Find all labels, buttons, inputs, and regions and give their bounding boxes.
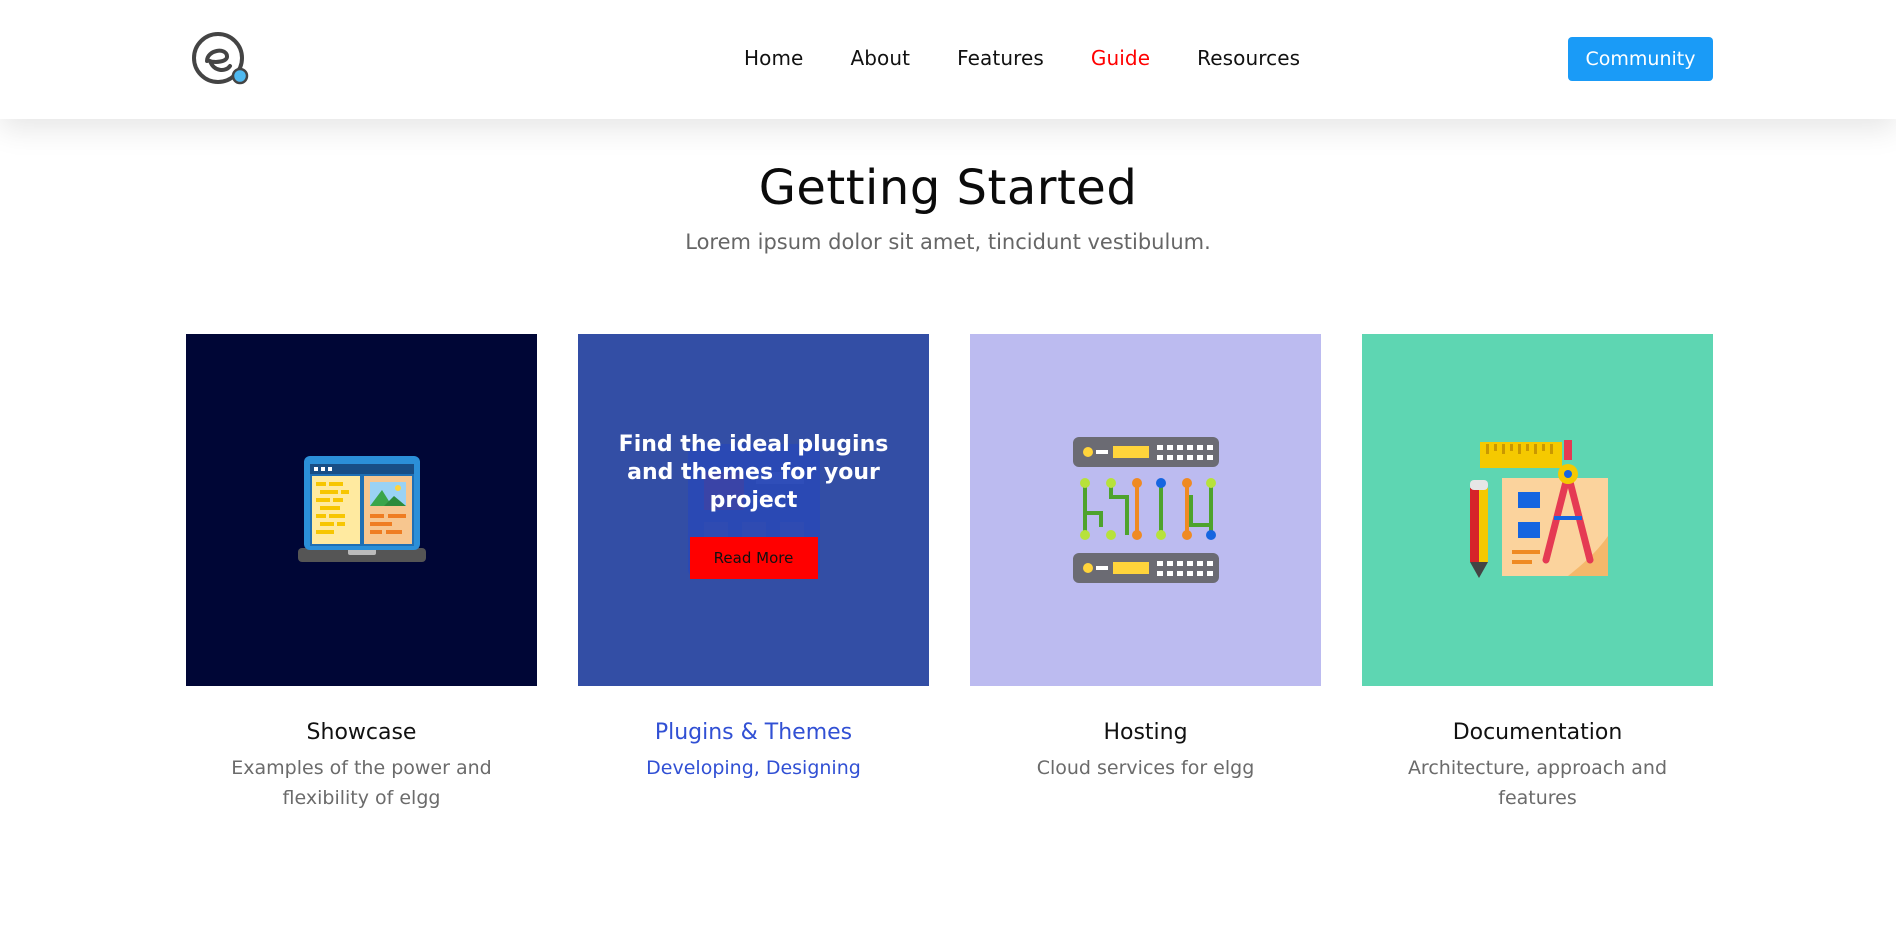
card-hover-overlay: Find the ideal plugins and themes for yo… xyxy=(578,334,929,686)
card-title[interactable]: Hosting xyxy=(970,720,1321,745)
laptop-icon xyxy=(297,456,426,562)
card-description: Cloud services for elgg xyxy=(1036,757,1255,779)
community-button[interactable]: Community xyxy=(1568,37,1713,81)
card-title[interactable]: Documentation xyxy=(1362,720,1713,745)
card-image[interactable] xyxy=(970,334,1321,686)
card-description: Developing, Designing xyxy=(646,757,861,779)
nav-about[interactable]: About xyxy=(850,46,910,70)
site-header: Home About Features Guide Resources Comm… xyxy=(0,0,1896,119)
nav-features[interactable]: Features xyxy=(957,46,1044,70)
card-title[interactable]: Showcase xyxy=(186,720,537,745)
elgg-logo-icon[interactable] xyxy=(190,30,250,88)
card-showcase[interactable]: Showcase Examples of the power and flexi… xyxy=(186,334,537,813)
read-more-button[interactable]: Read More xyxy=(689,537,818,579)
server-icon xyxy=(1072,437,1219,583)
card-description: Architecture, approach and features xyxy=(1407,757,1668,809)
card-documentation[interactable]: Documentation Architecture, approach and… xyxy=(1362,334,1713,813)
nav-home[interactable]: Home xyxy=(744,46,803,70)
card-description: Examples of the power and flexibility of… xyxy=(231,757,492,809)
overlay-text: Find the ideal plugins and themes for yo… xyxy=(618,432,889,513)
main-nav: Home About Features Guide Resources xyxy=(744,46,1300,70)
page-title: Getting Started xyxy=(758,160,1138,216)
card-image[interactable] xyxy=(186,334,537,686)
drafting-tools-icon xyxy=(1469,440,1608,578)
card-image[interactable]: Find the ideal plugins and themes for yo… xyxy=(578,334,929,686)
page-subtitle: Lorem ipsum dolor sit amet, tincidunt ve… xyxy=(685,230,1211,254)
card-title[interactable]: Plugins & Themes xyxy=(578,720,929,745)
card-image[interactable] xyxy=(1362,334,1713,686)
nav-resources[interactable]: Resources xyxy=(1197,46,1300,70)
card-plugins-themes[interactable]: Find the ideal plugins and themes for yo… xyxy=(578,334,929,783)
card-hosting[interactable]: Hosting Cloud services for elgg xyxy=(970,334,1321,783)
nav-guide[interactable]: Guide xyxy=(1091,46,1150,70)
